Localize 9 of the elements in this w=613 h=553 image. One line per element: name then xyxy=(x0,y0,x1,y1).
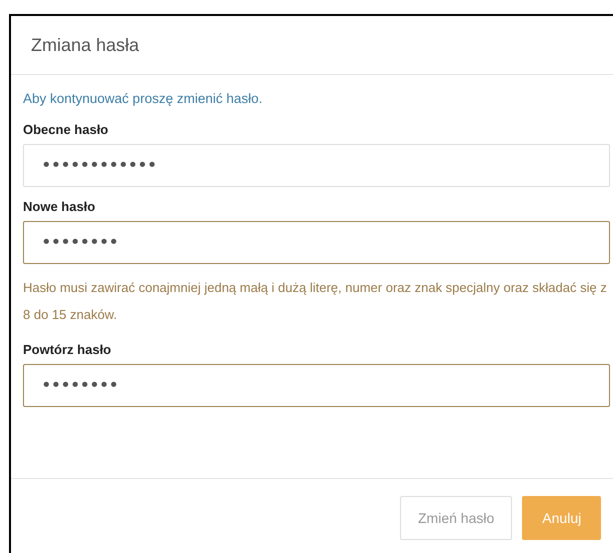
info-text: Aby kontynuować proszę zmienić hasło. xyxy=(23,91,264,106)
password-field[interactable]: •••••••••••• xyxy=(23,144,610,187)
field-label: Obecne hasło xyxy=(23,122,110,137)
field-label: Powtórz hasło xyxy=(23,342,112,357)
dialog-title: Zmiana hasła xyxy=(31,34,140,56)
field-label: Nowe hasło xyxy=(23,199,96,214)
password-field[interactable]: •••••••• xyxy=(23,364,610,407)
password-field[interactable]: •••••••• xyxy=(23,221,610,264)
password-hint: Hasło musi zawirać conajmniej jedną małą i dużą literę, numer oraz znak specjalny oraz składać się z 8 do 15 znaków. xyxy=(23,279,608,324)
